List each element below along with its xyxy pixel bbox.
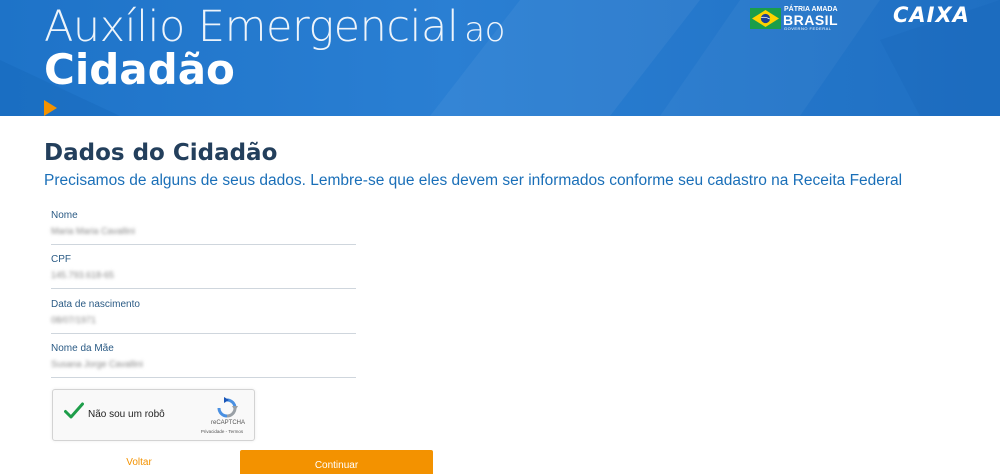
banner-corner-accent [44,100,57,116]
field-label: CPF [51,254,71,265]
field-label: Nome [51,210,78,221]
back-button[interactable]: Voltar [115,457,163,468]
caixa-logo: CAIXA [893,3,970,27]
gov-logo-bottom-text: GOVERNO FEDERAL [784,26,832,31]
recaptcha-brand: reCAPTCHA [210,420,245,426]
cpf-field[interactable]: 145.793.618-65 [51,270,356,286]
field-underline [51,333,356,334]
banner-title-line2: Cidadão [44,45,235,94]
field-underline [51,288,356,289]
mother-name-field[interactable]: Susana Jorge Cavallini [51,359,356,375]
field-cpf: CPF 145.793.618-65 [51,254,356,289]
page-title: Dados do Cidadão [44,140,278,166]
field-underline [51,244,356,245]
field-label: Data de nascimento [51,299,140,310]
page-subtitle: Precisamos de alguns de seus dados. Lemb… [44,172,903,189]
header-banner: Auxílio Emergencial ao Cidadão PÁTRIA AMA… [0,0,1000,116]
gov-logo: PÁTRIA AMADA BRASIL GOVERNO FEDERAL [750,6,838,32]
birth-date-field[interactable]: 08/07/1971 [51,315,356,331]
recaptcha-box: Não sou um robô reCAPTCHA Privacidade - … [52,389,255,441]
recaptcha-links[interactable]: Privacidade - Termos [193,429,251,434]
page: Auxílio Emergencial ao Cidadão PÁTRIA AMA… [0,0,1000,474]
brazil-flag-icon [750,8,781,29]
checkmark-icon[interactable] [64,402,84,420]
continue-button[interactable]: Continuar [240,450,433,474]
field-underline [51,377,356,378]
field-data-nascimento: Data de nascimento 08/07/1971 [51,299,356,334]
field-label: Nome da Mãe [51,343,114,354]
field-nome-mae: Nome da Mãe Susana Jorge Cavallini [51,343,356,378]
banner-title-small: ao [464,10,505,50]
recaptcha-icon [217,397,238,418]
name-field[interactable]: Maria Maria Cavallini [51,226,356,242]
field-nome: Nome Maria Maria Cavallini [51,210,356,245]
recaptcha-label: Não sou um robô [88,409,165,420]
